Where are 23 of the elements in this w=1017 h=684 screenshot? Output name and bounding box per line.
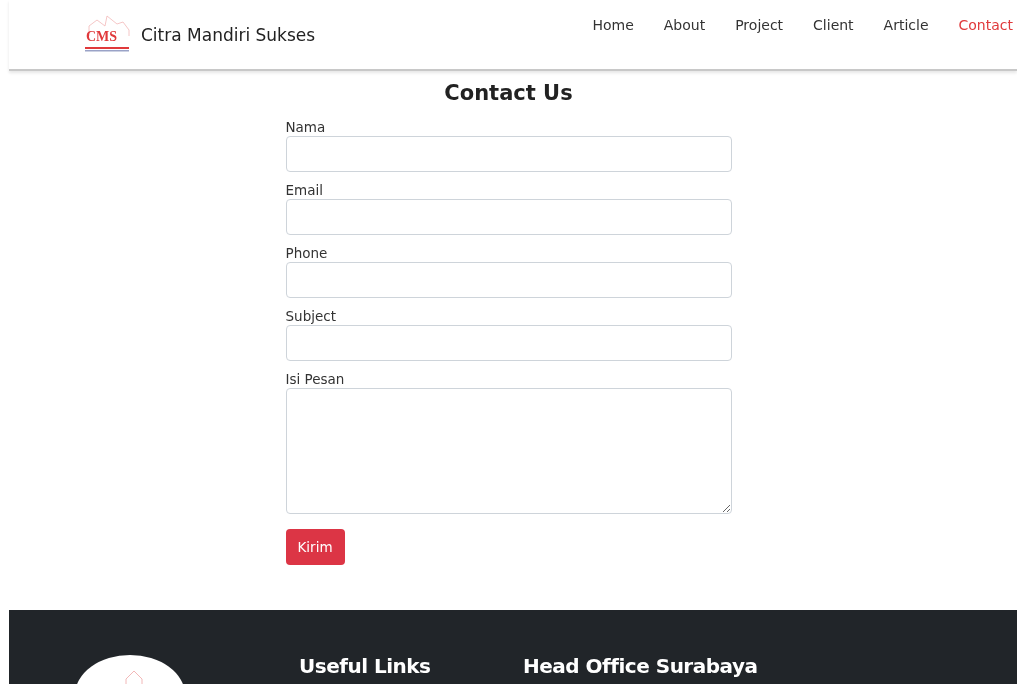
footer-heading: Head Office Surabaya xyxy=(523,654,758,678)
brand-name: Citra Mandiri Sukses xyxy=(141,25,316,45)
input-field[interactable] xyxy=(285,325,732,361)
input-field[interactable] xyxy=(285,136,732,172)
input-field[interactable] xyxy=(285,199,732,235)
nav-link[interactable]: Article xyxy=(868,17,944,33)
nav-link[interactable]: About xyxy=(648,17,721,33)
footer-heading: Useful Links xyxy=(299,654,431,678)
field-label: Email xyxy=(285,181,324,199)
nav-link[interactable]: Client xyxy=(798,17,869,33)
nav-link[interactable]: Contact xyxy=(943,17,1017,33)
nav-link[interactable]: Project xyxy=(720,17,799,33)
submit-button[interactable]: Kirim xyxy=(285,529,345,565)
field-label: Subject xyxy=(285,307,337,325)
field-label: Isi Pesan xyxy=(285,370,346,388)
field-label: Nama xyxy=(285,118,327,136)
nav-link[interactable]: Home xyxy=(577,17,649,33)
page-title: Contact Us xyxy=(444,81,573,105)
logo-text: CMS xyxy=(86,29,118,45)
field-label: Phone xyxy=(285,244,329,262)
input-field[interactable] xyxy=(285,262,732,298)
logo-icon xyxy=(83,14,131,52)
message-field[interactable] xyxy=(285,388,732,514)
